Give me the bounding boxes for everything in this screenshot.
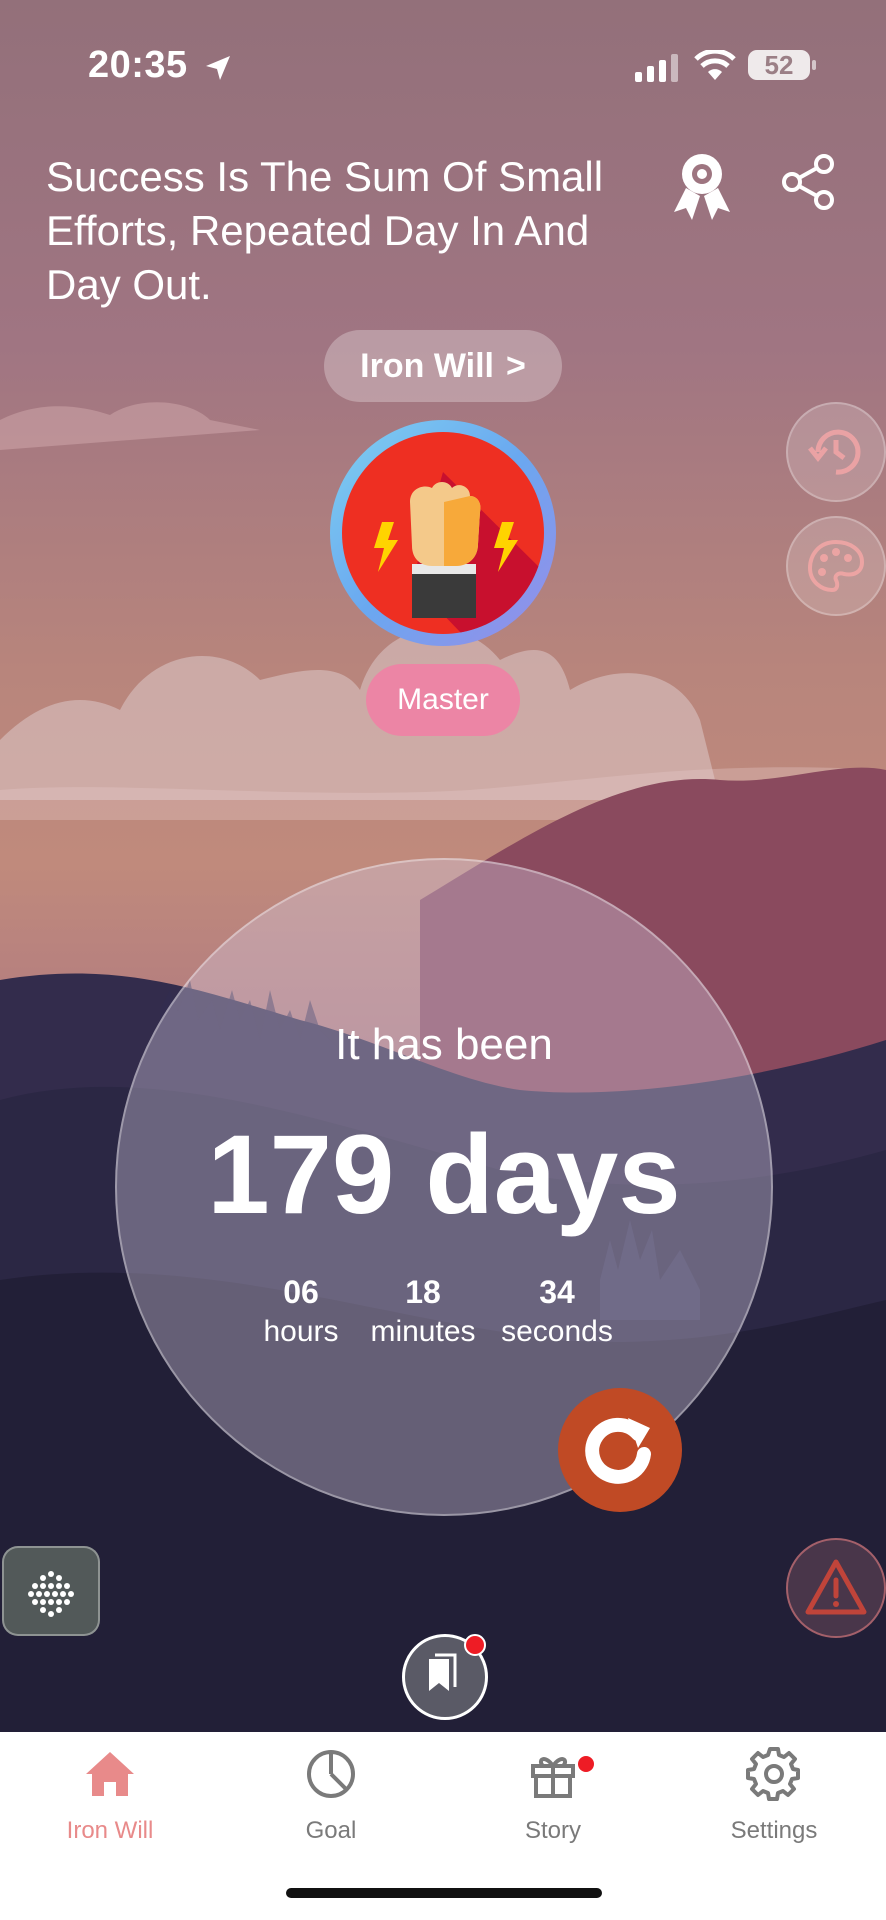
reset-icon bbox=[585, 1417, 651, 1484]
tab-label: Iron Will bbox=[66, 1817, 154, 1844]
hours-label: hours bbox=[263, 1315, 339, 1348]
timer-minutes: 18 minutes bbox=[353, 1274, 493, 1349]
challenge-selector-button[interactable]: Iron Will > bbox=[324, 330, 562, 402]
rank-avatar[interactable] bbox=[330, 420, 556, 646]
app-screen: 20:35 52 Success Is The Sum Of Small Eff… bbox=[0, 0, 886, 1920]
story-notification-dot bbox=[578, 1756, 594, 1772]
tab-settings[interactable]: Settings bbox=[684, 1744, 864, 1845]
tab-label: Goal bbox=[305, 1817, 357, 1844]
timer-days: 179 days bbox=[207, 1112, 681, 1237]
tab-goal[interactable]: Goal bbox=[241, 1744, 421, 1845]
location-arrow-icon bbox=[206, 56, 230, 80]
tab-label: Story bbox=[524, 1817, 581, 1844]
wifi-icon bbox=[694, 50, 736, 80]
raised-fist-icon bbox=[374, 472, 544, 634]
chevron-right-icon: > bbox=[505, 346, 526, 385]
tab-iron-will[interactable]: Iron Will bbox=[20, 1744, 200, 1845]
theme-button[interactable] bbox=[786, 516, 886, 616]
share-icon[interactable] bbox=[780, 152, 836, 212]
warning-icon bbox=[805, 1559, 867, 1615]
timer-hours: 06 hours bbox=[231, 1274, 371, 1349]
status-bar: 20:35 52 bbox=[0, 40, 886, 100]
history-button[interactable] bbox=[786, 402, 886, 502]
seconds-label: seconds bbox=[501, 1315, 613, 1348]
emergency-button[interactable] bbox=[786, 1538, 886, 1638]
battery-level: 52 bbox=[764, 50, 794, 80]
level-badge: Master bbox=[366, 664, 520, 736]
dots-grid-icon bbox=[28, 1571, 74, 1617]
pie-chart-icon bbox=[307, 1750, 355, 1798]
tab-story[interactable]: Story bbox=[463, 1744, 643, 1845]
status-time: 20:35 bbox=[88, 44, 188, 86]
achievement-badge-icon[interactable] bbox=[668, 150, 736, 222]
motivational-quote: Success Is The Sum Of Small Efforts, Rep… bbox=[46, 153, 604, 308]
bookmarks-notification-dot bbox=[464, 1634, 486, 1656]
gear-icon bbox=[746, 1747, 800, 1801]
minutes-label: minutes bbox=[370, 1315, 476, 1348]
challenge-name: Iron Will bbox=[360, 346, 494, 385]
hours-value: 06 bbox=[283, 1274, 319, 1310]
gift-icon bbox=[531, 1757, 575, 1798]
timer-seconds: 34 seconds bbox=[487, 1274, 627, 1349]
reset-button[interactable] bbox=[558, 1388, 682, 1512]
battery-indicator: 52 bbox=[748, 50, 810, 80]
cellular-signal-icon bbox=[635, 54, 678, 82]
home-icon bbox=[86, 1752, 134, 1796]
home-indicator bbox=[286, 1888, 602, 1898]
battery-cap bbox=[812, 60, 816, 70]
palette-icon bbox=[807, 539, 865, 593]
timer-intro: It has been bbox=[335, 1020, 553, 1069]
tab-label: Settings bbox=[730, 1817, 818, 1844]
sound-menu-button[interactable] bbox=[2, 1546, 100, 1636]
minutes-value: 18 bbox=[405, 1274, 441, 1310]
seconds-value: 34 bbox=[539, 1274, 575, 1310]
avatar-image bbox=[342, 432, 544, 634]
history-icon bbox=[808, 429, 861, 475]
